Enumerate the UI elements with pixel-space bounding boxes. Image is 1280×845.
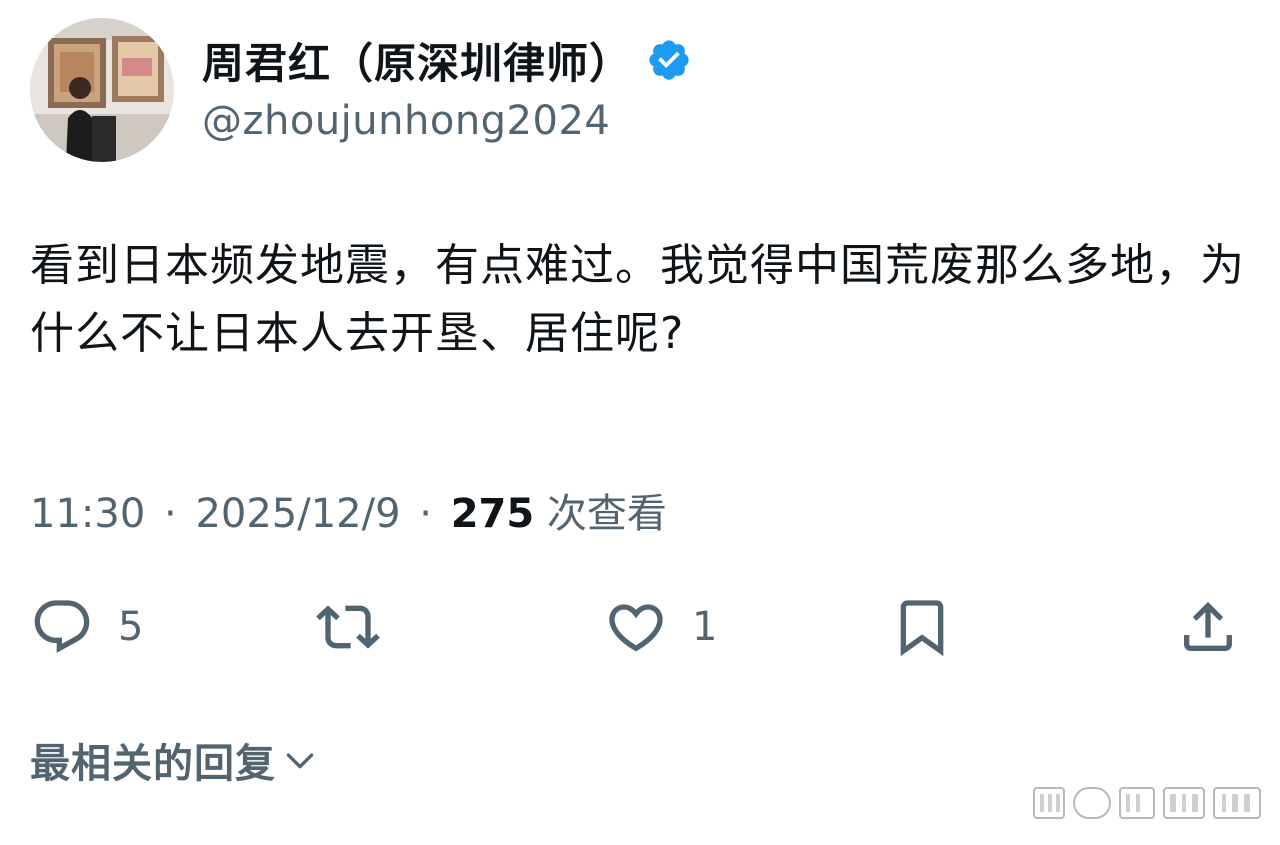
avatar[interactable] xyxy=(30,18,174,162)
display-name-row: 周君红（原深圳律师） xyxy=(202,32,692,88)
author-handle[interactable]: @zhoujunhong2024 xyxy=(202,98,692,144)
tweet-time[interactable]: 11:30 xyxy=(30,491,145,537)
reply-count: 5 xyxy=(118,604,144,650)
like-button[interactable]: 1 xyxy=(604,592,717,662)
meta-separator: · xyxy=(419,491,432,537)
repost-button[interactable] xyxy=(316,592,404,662)
views-label: 次查看 xyxy=(546,491,667,537)
tweet-meta: 11:30 · 2025/12/9 · 275 次查看 xyxy=(30,484,667,544)
share-icon xyxy=(1184,601,1232,651)
views-count: 275 xyxy=(450,491,535,537)
repost-icon xyxy=(316,605,380,649)
reply-button[interactable]: 5 xyxy=(30,592,143,662)
author-info: 周君红（原深圳律师） @zhoujunhong2024 xyxy=(202,32,692,144)
share-button[interactable] xyxy=(1176,592,1240,662)
replies-sort-dropdown[interactable]: 最相关的回复 xyxy=(30,730,320,790)
replies-sort-label: 最相关的回复 xyxy=(30,741,276,787)
like-count: 1 xyxy=(692,604,718,650)
watermark-icon xyxy=(1033,787,1261,819)
reply-icon xyxy=(34,600,90,653)
action-bar: 5 1 xyxy=(0,592,1280,662)
avatar-image xyxy=(30,18,174,162)
verified-badge-icon xyxy=(649,40,689,80)
display-name[interactable]: 周君红（原深圳律师） xyxy=(202,30,632,91)
tweet-header: 周君红（原深圳律师） @zhoujunhong2024 xyxy=(30,16,692,164)
chevron-down-icon xyxy=(286,753,314,769)
like-icon xyxy=(609,604,663,652)
tweet-text: 看到日本频发地震，有点难过。我觉得中国荒废那么多地，为什么不让日本人去开垦、居住… xyxy=(30,240,1245,359)
meta-separator: · xyxy=(164,491,177,537)
bookmark-button[interactable] xyxy=(890,592,954,662)
tweet-date[interactable]: 2025/12/9 xyxy=(195,491,400,537)
bookmark-icon xyxy=(900,600,944,657)
watermark-logo xyxy=(1032,778,1264,826)
